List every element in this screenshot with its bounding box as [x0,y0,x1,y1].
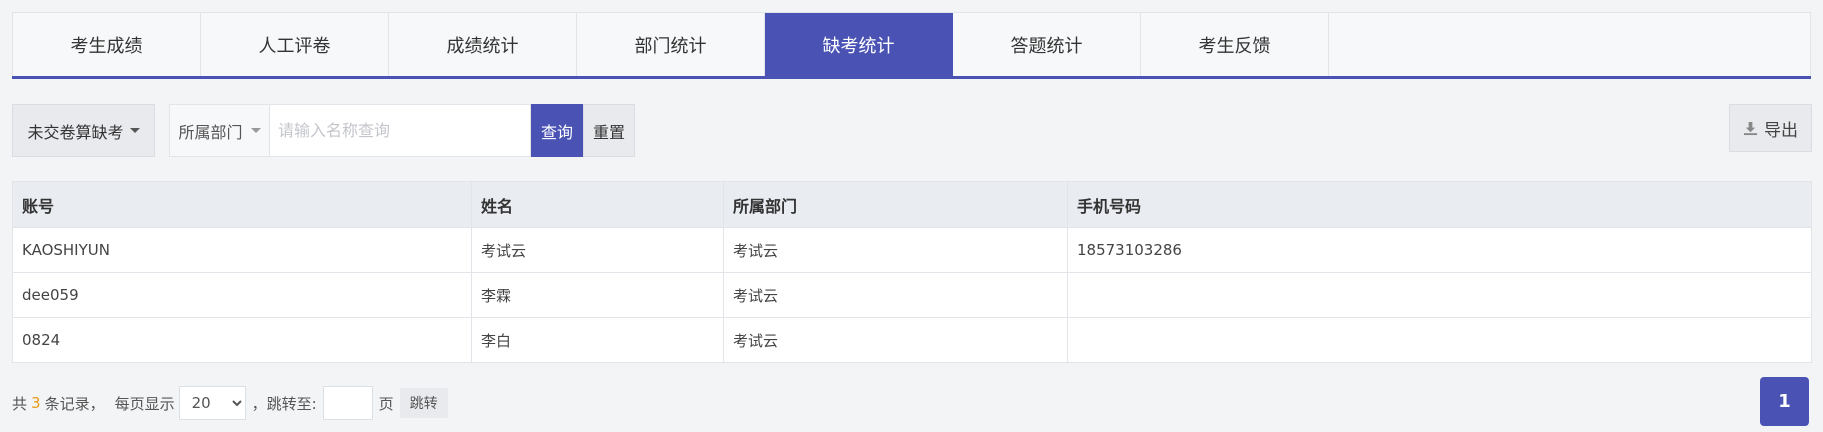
column-header-phone: 手机号码 [1067,181,1812,228]
jump-page-input[interactable] [322,386,373,420]
reset-button[interactable]: 重置 [583,104,635,157]
page-number-button[interactable]: 1 [1760,377,1809,426]
jump-button[interactable]: 跳转 [399,388,448,418]
tab-feedback[interactable]: 考生反馈 [1141,13,1329,76]
absent-filter-dropdown[interactable]: 未交卷算缺考 [12,104,155,157]
total-count: 3 [31,394,41,412]
cell-name: 考试云 [471,227,724,273]
tab-answer-stats[interactable]: 答题统计 [953,13,1141,76]
total-prefix: 共 [12,394,28,413]
cell-department: 考试云 [723,317,1068,363]
chevron-down-icon [129,128,140,133]
column-header-name: 姓名 [471,181,724,228]
department-select[interactable]: 所属部门 [169,104,270,157]
tab-absence-stats[interactable]: 缺考统计 [765,13,953,76]
cell-phone: 18573103286 [1067,227,1812,273]
department-select-label: 所属部门 [178,122,243,142]
tab-manual-grading[interactable]: 人工评卷 [201,13,389,76]
tab-scores[interactable]: 考生成绩 [13,13,201,76]
jump-label: ，跳转至: [251,394,317,413]
cell-phone [1067,317,1812,363]
cell-name: 李白 [471,317,724,363]
tab-bar: 考生成绩 人工评卷 成绩统计 部门统计 缺考统计 答题统计 考生反馈 [12,12,1811,76]
column-header-account: 账号 [12,181,472,228]
cell-account: dee059 [12,272,472,318]
table-header-row: 账号 姓名 所属部门 手机号码 [12,181,1812,228]
search-input[interactable] [270,104,531,157]
download-icon [1743,121,1758,135]
tab-department-stats[interactable]: 部门统计 [577,13,765,76]
table-row: dee059 李霖 考试云 [12,272,1812,318]
table-row: 0824 李白 考试云 [12,317,1812,363]
absence-table: 账号 姓名 所属部门 手机号码 KAOSHIYUN 考试云 考试云 185731… [12,181,1812,363]
absent-filter-label: 未交卷算缺考 [27,122,124,142]
cell-department: 考试云 [723,227,1068,273]
pagination-bar: 共 3 条记录， 每页显示 20 ，跳转至: 页 跳转 [12,386,448,420]
cell-account: 0824 [12,317,472,363]
query-button[interactable]: 查询 [531,104,583,157]
cell-name: 李霖 [471,272,724,318]
table-row: KAOSHIYUN 考试云 考试云 18573103286 [12,227,1812,273]
per-page-label: 每页显示 [114,394,175,413]
page-size-select[interactable]: 20 [178,386,246,420]
cell-department: 考试云 [723,272,1068,318]
cell-account: KAOSHIYUN [12,227,472,273]
chevron-down-icon [250,128,261,133]
export-button[interactable]: 导出 [1729,104,1812,152]
cell-phone [1067,272,1812,318]
total-suffix: 条记录， [44,394,105,413]
page-unit-label: 页 [378,394,394,413]
tab-score-stats[interactable]: 成绩统计 [389,13,577,76]
export-label: 导出 [1764,120,1798,141]
column-header-department: 所属部门 [723,181,1068,228]
tab-underline [12,76,1811,79]
